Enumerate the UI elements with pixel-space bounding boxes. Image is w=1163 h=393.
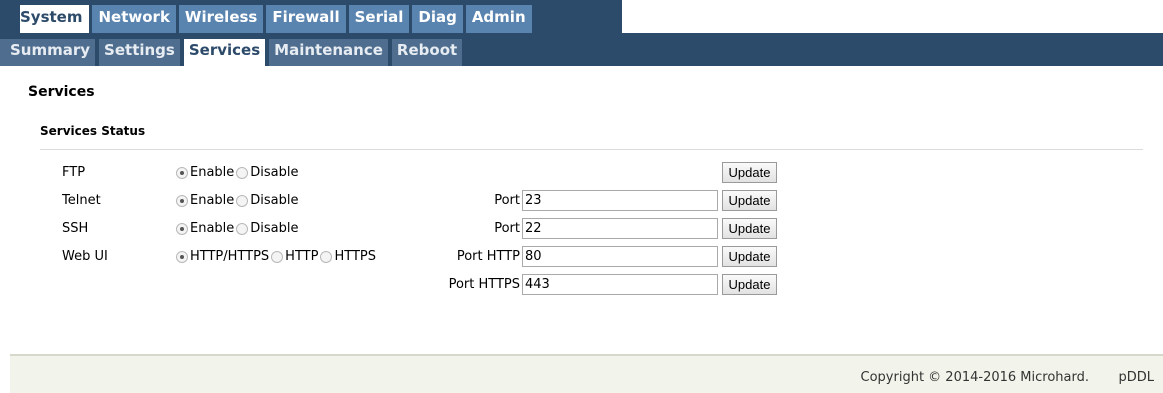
webui-https-row: Port HTTPS Update	[10, 274, 1163, 296]
ssh-row: SSH Enable Disable Port Update	[10, 218, 1163, 240]
webui-http-update-button[interactable]: Update	[722, 246, 777, 267]
product-name: pDDL	[1118, 370, 1154, 385]
telnet-port-label: Port	[494, 193, 520, 208]
ssh-port-label: Port	[494, 221, 520, 236]
main-content: Services Services Status FTP Enable Disa…	[10, 66, 1163, 354]
tab-admin[interactable]: Admin	[465, 5, 532, 33]
telnet-options: Enable Disable	[176, 193, 301, 208]
webui-port-https-input[interactable]	[522, 274, 718, 295]
ssh-port-input[interactable]	[522, 218, 718, 239]
tab-wireless[interactable]: Wireless	[178, 5, 264, 33]
ssh-label: SSH	[62, 221, 89, 236]
ssh-update-button[interactable]: Update	[722, 218, 777, 239]
ftp-row: FTP Enable Disable Update	[10, 162, 1163, 184]
ssh-options: Enable Disable	[176, 221, 301, 236]
footer: Copyright © 2014-2016 Microhard. pDDL	[10, 354, 1163, 393]
webui-https-label: HTTPS	[334, 249, 376, 264]
webui-port-http-label: Port HTTP	[456, 249, 520, 264]
section-divider	[40, 149, 1143, 150]
sub-tab-row: Summary Settings Services Maintenance Re…	[0, 39, 466, 66]
subtab-services[interactable]: Services	[183, 39, 266, 66]
webui-port-https-label: Port HTTPS	[448, 277, 520, 292]
ftp-disable-radio[interactable]	[236, 166, 249, 179]
tab-system[interactable]: System	[20, 5, 90, 33]
webui-https-radio[interactable]	[320, 250, 333, 263]
telnet-update-button[interactable]: Update	[722, 190, 777, 211]
top-nav: System Network Wireless Firewall Serial …	[0, 0, 1163, 33]
webui-label: Web UI	[62, 249, 108, 264]
sub-nav: Summary Settings Services Maintenance Re…	[0, 33, 1163, 66]
telnet-label: Telnet	[62, 193, 101, 208]
webui-row: Web UI HTTP/HTTPS HTTP HTTPS Port HTTP U…	[10, 246, 1163, 268]
telnet-enable-radio[interactable]	[176, 194, 188, 207]
ssh-enable-label: Enable	[190, 221, 235, 236]
webui-https-update-button[interactable]: Update	[722, 274, 777, 295]
subtab-maintenance[interactable]: Maintenance	[269, 39, 388, 66]
tab-firewall[interactable]: Firewall	[266, 5, 346, 33]
ssh-disable-label: Disable	[250, 221, 299, 236]
tab-network[interactable]: Network	[92, 5, 176, 33]
top-tab-row: System Network Wireless Firewall Serial …	[20, 5, 535, 33]
subtab-settings[interactable]: Settings	[99, 39, 180, 66]
tab-serial[interactable]: Serial	[348, 5, 410, 33]
ssh-disable-radio[interactable]	[236, 222, 249, 235]
telnet-row: Telnet Enable Disable Port Update	[10, 190, 1163, 212]
ftp-label: FTP	[62, 165, 86, 180]
ftp-options: Enable Disable	[176, 165, 301, 180]
tab-diag[interactable]: Diag	[412, 5, 463, 33]
webui-httphttps-radio[interactable]	[176, 250, 188, 263]
ftp-enable-radio[interactable]	[176, 166, 188, 179]
page-title: Services	[28, 84, 95, 100]
webui-http-label: HTTP	[285, 249, 319, 264]
section-title: Services Status	[40, 124, 146, 138]
ftp-update-button[interactable]: Update	[722, 162, 777, 183]
telnet-disable-label: Disable	[250, 193, 299, 208]
ftp-enable-label: Enable	[190, 165, 235, 180]
subtab-summary[interactable]: Summary	[0, 39, 96, 66]
telnet-enable-label: Enable	[190, 193, 235, 208]
copyright-text: Copyright © 2014-2016 Microhard.	[860, 370, 1089, 385]
ssh-enable-radio[interactable]	[176, 222, 188, 235]
ftp-disable-label: Disable	[250, 165, 299, 180]
telnet-disable-radio[interactable]	[236, 194, 249, 207]
webui-httphttps-label: HTTP/HTTPS	[190, 249, 270, 264]
telnet-port-input[interactable]	[522, 190, 718, 211]
webui-options: HTTP/HTTPS HTTP HTTPS	[176, 249, 378, 264]
webui-http-radio[interactable]	[271, 250, 284, 263]
webui-port-http-input[interactable]	[522, 246, 718, 267]
subtab-reboot[interactable]: Reboot	[391, 39, 463, 66]
